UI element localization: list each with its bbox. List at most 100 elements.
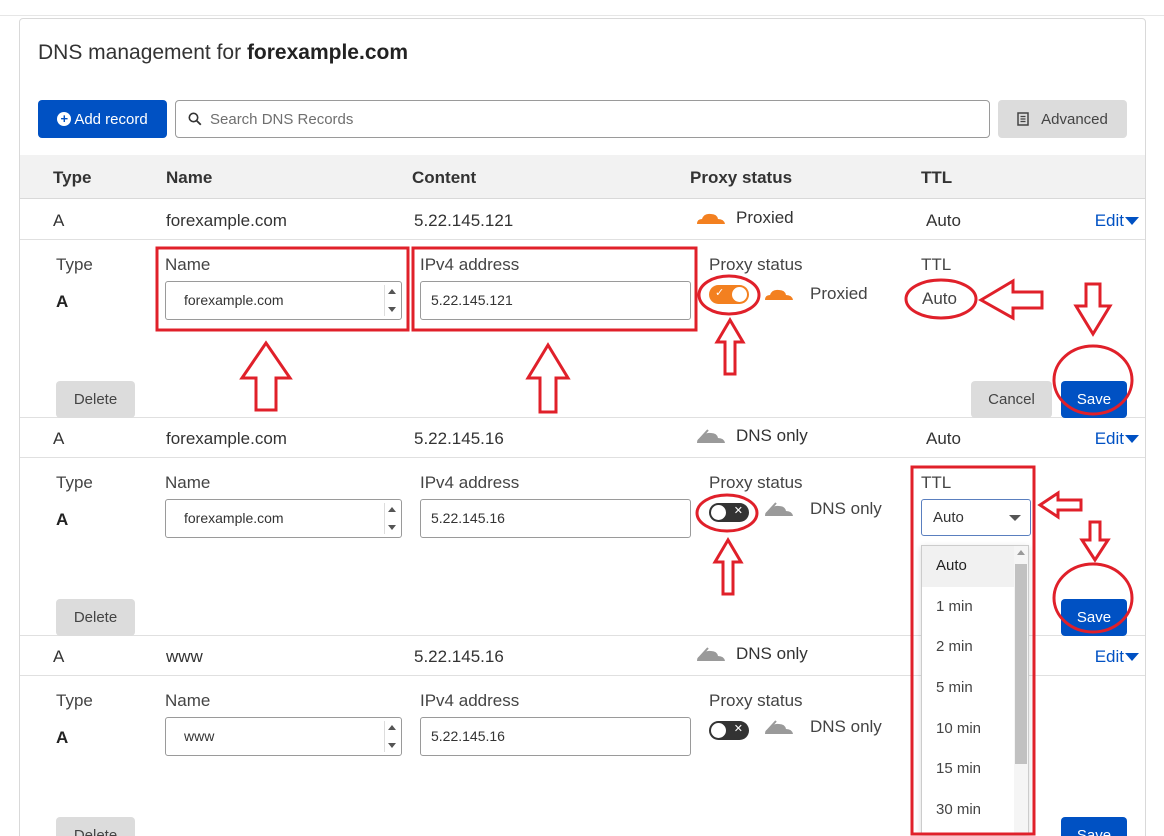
table-header: Type Name Content Proxy status TTL [20,155,1145,199]
name-value: forexample.com [184,292,284,308]
proxy-status-label: Proxy status [709,691,803,710]
chevron-down-icon [1125,217,1139,225]
record-proxy-status: Proxied [694,208,794,228]
type-value: A [56,292,69,311]
record-proxy-status: DNS only [694,644,808,664]
ttl-dropdown-list[interactable]: Auto 1 min 2 min 5 min 10 min 15 min 30 … [921,545,1029,835]
edit-link[interactable]: Edit [1095,211,1139,231]
advanced-button[interactable]: Advanced [998,100,1127,138]
proxy-label: Proxied [736,208,794,227]
chevron-down-icon [1125,653,1139,661]
delete-button[interactable]: Delete [56,381,135,418]
toggle-knob [711,723,726,738]
record-name: www [166,647,203,666]
save-button[interactable]: Save [1061,381,1127,418]
delete-label: Delete [73,391,118,408]
col-type: Type [53,168,92,187]
ipv4-field[interactable]: 5.22.145.16 [420,717,691,756]
name-field[interactable]: forexample.com [165,499,402,538]
gray-cloud-icon [765,502,793,516]
spin-down-icon[interactable] [387,307,396,312]
toggle-knob [711,505,726,520]
scrollbar-thumb[interactable] [1015,564,1027,764]
edit-panel: Type A Name forexample.com IPv4 address … [20,240,1145,418]
dropdown-scrollbar[interactable] [1014,546,1028,834]
spinner[interactable] [384,721,398,752]
record-type: A [53,211,65,230]
record-ttl: Auto [926,211,961,230]
ttl-option[interactable]: 30 min [922,790,1028,831]
search-icon [188,112,202,126]
delete-label: Delete [73,609,118,626]
document-icon [1017,112,1029,126]
top-divider [0,15,1164,16]
ipv4-label: IPv4 address [420,691,520,710]
add-record-button[interactable]: + Add record [38,100,167,138]
proxy-toggle[interactable]: ✕ [709,721,749,740]
record-type: A [53,429,65,448]
ttl-value[interactable]: Auto [922,289,957,309]
cancel-label: Cancel [988,391,1035,408]
spinner[interactable] [384,503,398,534]
table-row[interactable]: A forexample.com 5.22.145.16 DNS only Au… [20,418,1145,458]
proxy-status-label: Proxy status [709,473,803,492]
spin-up-icon[interactable] [387,725,396,730]
name-label: Name [165,473,211,492]
ipv4-value: 5.22.145.16 [431,728,505,744]
ipv4-field[interactable]: 5.22.145.121 [420,281,691,320]
cancel-button[interactable]: Cancel [971,381,1052,418]
proxy-toggle[interactable]: ✕ [709,503,749,522]
name-field[interactable]: forexample.com [165,281,402,320]
table-row[interactable]: A forexample.com 5.22.145.121 Proxied Au… [20,200,1145,240]
name-label: Name [165,255,211,274]
x-icon: ✕ [733,505,743,517]
edit-link[interactable]: Edit [1095,429,1139,449]
spinner[interactable] [384,285,398,316]
save-label: Save [1076,827,1112,836]
ttl-option[interactable]: 15 min [922,749,1028,790]
spin-up-icon[interactable] [387,507,396,512]
search-placeholder: Search DNS Records [210,110,354,128]
proxy-value-label: Proxied [810,284,868,303]
save-button[interactable]: Save [1061,817,1127,836]
ttl-option[interactable]: 5 min [922,668,1028,709]
orange-cloud-icon [765,289,793,300]
proxy-value-label: DNS only [810,499,882,518]
col-proxy-status: Proxy status [690,168,793,187]
edit-label: Edit [1094,647,1124,666]
title-prefix: DNS management for [38,41,247,64]
name-field[interactable]: www [165,717,402,756]
type-label: Type [56,255,93,274]
search-input[interactable]: Search DNS Records [175,100,990,138]
proxy-value: DNS only [762,499,882,519]
col-content: Content [412,168,477,187]
delete-button[interactable]: Delete [56,599,135,636]
ipv4-field[interactable]: 5.22.145.16 [420,499,691,538]
record-content: 5.22.145.16 [414,429,504,448]
scroll-up-icon[interactable] [1017,550,1025,555]
ttl-option[interactable]: 2 min [922,627,1028,668]
ttl-option[interactable]: Auto [922,546,1028,587]
ttl-option[interactable]: 1 min [922,587,1028,628]
ttl-label: TTL [921,255,952,274]
proxy-toggle[interactable]: ✓ [709,285,749,304]
spin-down-icon[interactable] [387,743,396,748]
record-type: A [53,647,65,666]
add-record-label: Add record [74,110,148,128]
gray-cloud-icon [697,429,725,443]
ttl-option[interactable]: 10 min [922,709,1028,750]
delete-button[interactable]: Delete [56,817,135,836]
record-content: 5.22.145.16 [414,647,504,666]
spin-up-icon[interactable] [387,289,396,294]
name-label: Name [165,691,211,710]
spin-down-icon[interactable] [387,525,396,530]
ttl-selected-value: Auto [933,509,964,526]
record-name: forexample.com [166,211,287,230]
col-name: Name [166,168,213,187]
proxy-value-label: DNS only [810,717,882,736]
delete-label: Delete [73,827,118,836]
edit-link[interactable]: Edit [1095,647,1139,667]
save-button[interactable]: Save [1061,599,1127,636]
save-label: Save [1076,609,1112,626]
ttl-select[interactable]: Auto [921,499,1031,536]
